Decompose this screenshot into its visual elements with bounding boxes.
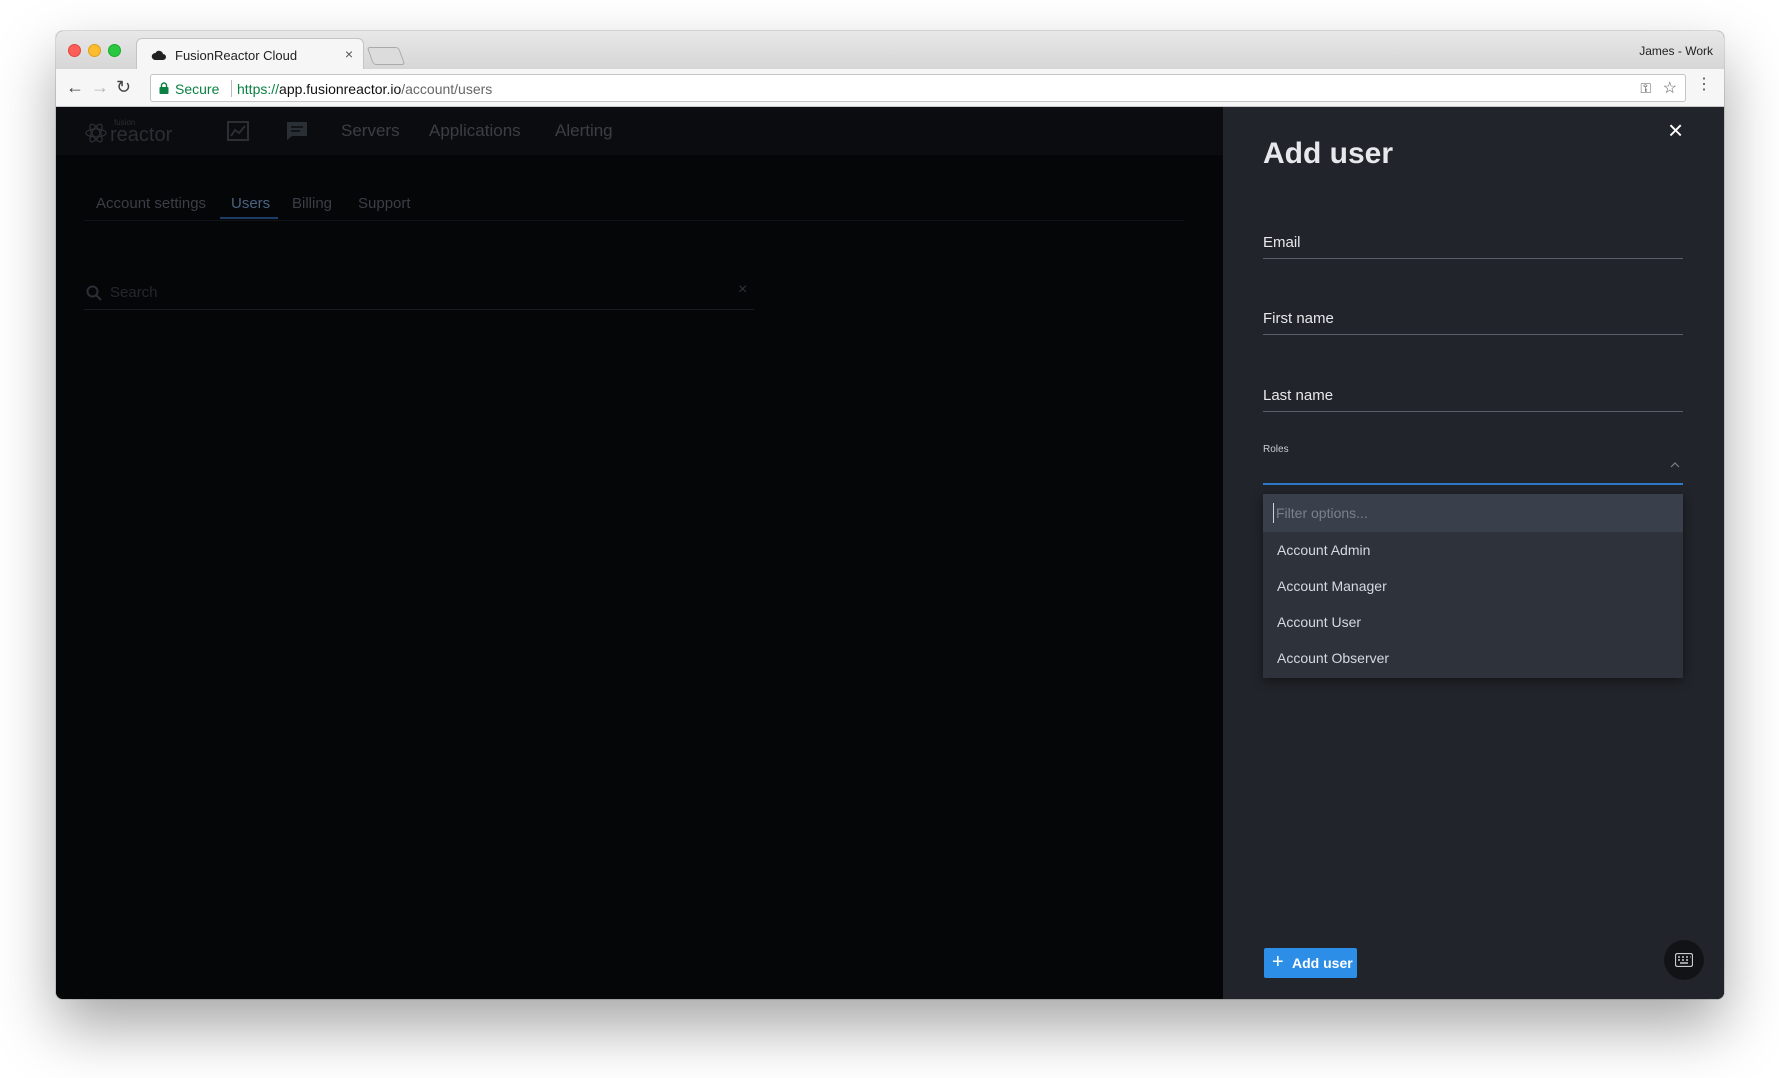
tab-billing[interactable]: Billing [292, 195, 332, 212]
plus-icon: + [1272, 951, 1284, 973]
lock-icon [159, 82, 169, 94]
nav-applications[interactable]: Applications [429, 121, 521, 141]
role-option-account-admin[interactable]: Account Admin [1277, 536, 1667, 564]
first-name-field[interactable]: First name [1263, 310, 1334, 327]
role-option-account-manager[interactable]: Account Manager [1277, 572, 1667, 600]
tab-account-settings[interactable]: Account settings [96, 195, 206, 212]
forward-icon[interactable]: → [91, 78, 109, 96]
close-icon[interactable]: × [1668, 117, 1683, 143]
active-tab-indicator [220, 217, 278, 219]
cloud-icon [151, 50, 166, 60]
new-tab-button[interactable] [366, 47, 406, 65]
filter-box [1263, 494, 1683, 532]
address-bar[interactable]: Secure https://app.fusionreactor.io/acco… [150, 74, 1686, 102]
close-window-button[interactable] [68, 44, 81, 57]
star-icon[interactable]: ☆ [1663, 78, 1677, 98]
reload-icon[interactable]: ↻ [116, 78, 131, 96]
url-text[interactable]: https://app.fusionreactor.io/account/use… [237, 81, 492, 97]
browser-toolbar: ← → ↻ Secure https://app.fusionreactor.i… [56, 69, 1724, 107]
search-input[interactable] [110, 281, 730, 303]
minimize-window-button[interactable] [88, 44, 101, 57]
fusionreactor-logo[interactable]: fusion reactor [84, 117, 194, 147]
last-name-underline [1263, 411, 1683, 412]
browser-tab[interactable]: FusionReactor Cloud × [136, 38, 364, 70]
search-icon [86, 285, 102, 301]
tab-close-icon[interactable]: × [345, 46, 353, 62]
url-host: app.fusionreactor.io [279, 81, 402, 97]
app-header: fusion reactor Servers Applications Aler… [56, 107, 1223, 155]
email-underline [1263, 258, 1683, 259]
tab-title: FusionReactor Cloud [175, 48, 298, 63]
address-divider [231, 80, 232, 97]
chart-icon[interactable] [227, 121, 249, 141]
chat-button[interactable] [1664, 940, 1704, 980]
logo-main-text: reactor [110, 124, 173, 146]
roles-select[interactable] [1263, 483, 1683, 485]
role-option-account-user[interactable]: Account User [1277, 608, 1667, 636]
last-name-field[interactable]: Last name [1263, 387, 1333, 404]
message-icon[interactable] [286, 121, 308, 141]
sub-nav-divider [84, 220, 1184, 221]
tab-support[interactable]: Support [358, 195, 411, 212]
panel-title: Add user [1263, 137, 1394, 170]
search-underline [84, 309, 754, 310]
url-path: /account/users [401, 81, 493, 97]
url-scheme: https:// [237, 81, 280, 97]
first-name-underline [1263, 334, 1683, 335]
profile-name[interactable]: James - Work [1639, 44, 1713, 58]
filter-input[interactable] [1273, 503, 1673, 523]
maximize-window-button[interactable] [108, 44, 121, 57]
nav-alerting[interactable]: Alerting [555, 121, 613, 141]
browser-window: FusionReactor Cloud × James - Work ← → ↻… [56, 31, 1724, 999]
page-viewport: fusion reactor Servers Applications Aler… [56, 107, 1724, 999]
secure-label: Secure [175, 81, 220, 97]
add-user-button[interactable]: + Add user [1264, 948, 1357, 978]
keyboard-icon [1675, 953, 1693, 967]
roles-dropdown: Account Admin Account Manager Account Us… [1263, 494, 1683, 678]
add-user-button-label: Add user [1292, 955, 1353, 971]
email-field[interactable]: Email [1263, 234, 1301, 251]
browser-titlebar: FusionReactor Cloud × James - Work [56, 31, 1724, 70]
back-icon[interactable]: ← [66, 78, 84, 96]
role-option-account-observer[interactable]: Account Observer [1277, 644, 1667, 672]
roles-label: Roles [1263, 444, 1289, 455]
search-clear-icon[interactable]: × [738, 281, 747, 299]
chevron-up-icon[interactable] [1670, 462, 1680, 468]
nav-servers[interactable]: Servers [341, 121, 400, 141]
tab-users[interactable]: Users [231, 195, 270, 212]
menu-icon[interactable]: ⋮ [1696, 77, 1712, 93]
add-user-panel: × Add user Email First name Last name Ro… [1223, 107, 1724, 999]
key-icon[interactable]: ⚿ [1640, 80, 1651, 97]
